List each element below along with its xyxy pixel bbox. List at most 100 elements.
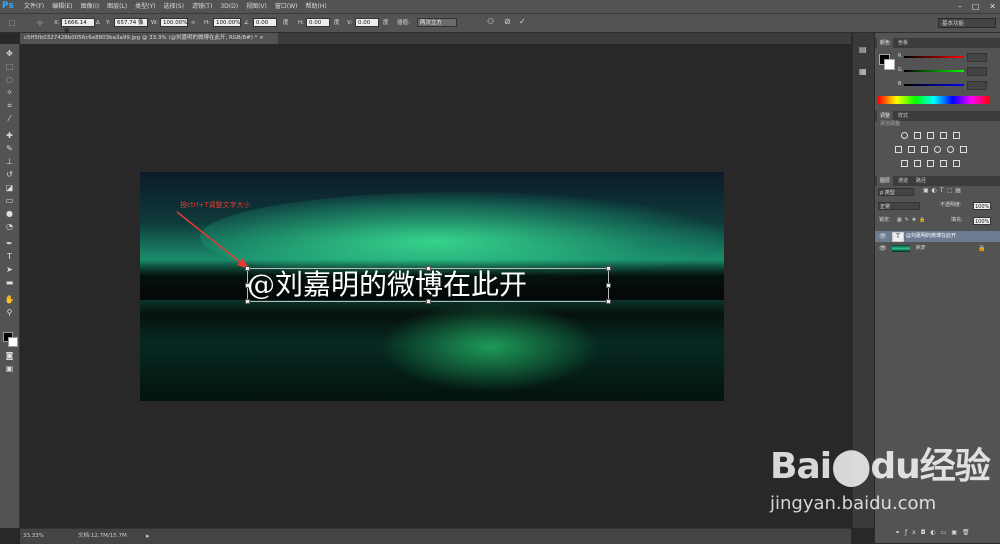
type-tool-icon[interactable]: T [4,251,15,262]
properties-panel-icon[interactable]: ▦ [859,67,867,76]
channel-mixer-icon[interactable] [947,146,954,153]
b-slider[interactable] [904,84,964,86]
history-brush-tool-icon[interactable]: ↺ [4,169,15,180]
status-arrow-icon[interactable]: ▸ [146,529,150,544]
y-field[interactable]: 657.74 像 [114,18,148,27]
menu-window[interactable]: 窗口(W) [275,0,298,13]
tab-paths[interactable]: 路径 [913,176,929,186]
vskew-field[interactable]: 0.00 [355,18,379,27]
eye-icon[interactable]: 👁 [879,231,887,242]
opacity-field[interactable]: 100% [973,202,991,210]
angle-field[interactable]: 0.00 [253,18,277,27]
maximize-button[interactable]: □ [972,0,980,13]
gradient-map-icon[interactable] [940,160,947,167]
color-spectrum[interactable] [878,96,990,104]
clone-stamp-tool-icon[interactable]: ⊥ [4,156,15,167]
photo-filter-icon[interactable] [934,146,941,153]
layers-footer-icons[interactable]: ⚭ƒx◘◐▭▣🗑 [895,529,975,536]
g-value-field[interactable] [967,67,987,76]
close-button[interactable]: ✕ [989,0,996,13]
lock-icons[interactable]: ▦✎✥🔒 [897,216,928,225]
layer-name[interactable]: 背景 [915,243,925,254]
eye-icon[interactable]: 👁 [879,243,887,254]
threshold-icon[interactable] [927,160,934,167]
menu-3d[interactable]: 3D(D) [220,0,238,13]
transform-tool-icon[interactable]: ⬚ [9,18,16,28]
brightness-icon[interactable] [901,132,908,139]
lasso-tool-icon[interactable]: ◌ [4,74,15,85]
hskew-field[interactable]: 0.00 [306,18,330,27]
tab-swatches[interactable]: 色板 [895,38,911,48]
screen-mode-icon[interactable]: ▣ [4,363,15,374]
menu-layer[interactable]: 图层(L) [107,0,127,13]
menu-filter[interactable]: 滤镜(T) [192,0,212,13]
cancel-transform-icon[interactable]: ⊘ [504,17,511,27]
zoom-tool-icon[interactable]: ⚲ [4,307,15,318]
blur-tool-icon[interactable]: ● [4,208,15,219]
eraser-tool-icon[interactable]: ◪ [4,182,15,193]
layer-row-background[interactable]: 👁 背景 🔒 [875,243,1000,254]
tab-color[interactable]: 颜色 [877,38,894,48]
b-value-field[interactable] [967,81,987,90]
r-value-field[interactable] [967,53,987,62]
minimize-button[interactable]: – [958,0,962,13]
hand-tool-icon[interactable]: ✋ [4,294,15,305]
zoom-level[interactable]: 33.33% [23,529,44,544]
layer-row-text[interactable]: 👁 T @刘嘉明的微博在此开 [875,231,1000,242]
background-color-swatch[interactable] [8,337,18,347]
menu-help[interactable]: 帮助(H) [306,0,327,13]
pen-tool-icon[interactable]: ✒ [4,238,15,249]
tab-layers[interactable]: 图层 [877,176,894,186]
fill-field[interactable]: 100% [973,217,991,225]
magic-wand-tool-icon[interactable]: ✧ [4,87,15,98]
document-tab[interactable]: c5ff5fb0327428b0056c6e8803ba3a99.jpg @ 3… [20,33,278,44]
blend-mode-select[interactable]: 正常 [878,202,920,210]
posterize-icon[interactable] [914,160,921,167]
warp-icon[interactable]: ⚇ [487,17,494,27]
menu-type[interactable]: 类型(Y) [135,0,155,13]
document-canvas[interactable]: 按ctrl+T调整文字大小 @刘嘉明的微博在此开 [140,172,724,401]
layer-name[interactable]: @刘嘉明的微博在此开 [906,231,956,242]
invert-icon[interactable] [901,160,908,167]
menu-file[interactable]: 文件(F) [24,0,44,13]
vibrance-icon[interactable] [953,132,960,139]
gradient-tool-icon[interactable]: ▭ [4,195,15,206]
overlay-text[interactable]: @刘嘉明的微博在此开 [247,268,609,302]
commit-transform-icon[interactable]: ✓ [519,17,526,27]
quick-mask-icon[interactable]: ◙ [4,350,15,361]
menu-select[interactable]: 选择(S) [163,0,184,13]
black-white-icon[interactable] [921,146,928,153]
menu-view[interactable]: 视图(V) [246,0,267,13]
selective-color-icon[interactable] [953,160,960,167]
tab-channels[interactable]: 通道 [895,176,911,186]
hue-saturation-icon[interactable] [895,146,902,153]
color-bg-swatch[interactable] [884,59,895,70]
layer-filter-icons[interactable]: ▣◐T⬚▤ [923,187,964,194]
r-slider[interactable] [904,56,964,58]
link-icon[interactable]: ∞ [191,18,196,28]
dodge-tool-icon[interactable]: ◔ [4,221,15,232]
exposure-icon[interactable] [940,132,947,139]
w-field[interactable]: 100.00% [160,18,188,27]
workspace-select[interactable]: 基本功能 [938,18,996,28]
brush-tool-icon[interactable]: ✎ [4,143,15,154]
g-slider[interactable] [904,70,964,72]
reference-point-icon[interactable]: ⊹ [37,18,43,28]
menu-edit[interactable]: 编辑(E) [52,0,72,13]
rectangle-tool-icon[interactable]: ▬ [4,277,15,288]
history-panel-icon[interactable]: ▤ [859,45,867,54]
x-field[interactable]: 1666.14 像 [61,18,95,35]
layer-filter-select[interactable]: ρ 类型 [878,188,914,196]
levels-icon[interactable] [914,132,921,139]
crop-tool-icon[interactable]: ⌗ [4,100,15,111]
h-field[interactable]: 100.00% [213,18,241,27]
menu-image[interactable]: 图像(I) [81,0,99,13]
curves-icon[interactable] [927,132,934,139]
healing-brush-tool-icon[interactable]: ✚ [4,130,15,141]
interpolation-select[interactable]: 两次立方 [417,18,457,27]
eyedropper-tool-icon[interactable]: ⁄ [4,113,15,124]
color-lookup-icon[interactable] [960,146,967,153]
move-tool-icon[interactable]: ✥ [4,48,15,59]
marquee-tool-icon[interactable]: ⬚ [4,61,15,72]
color-balance-icon[interactable] [908,146,915,153]
